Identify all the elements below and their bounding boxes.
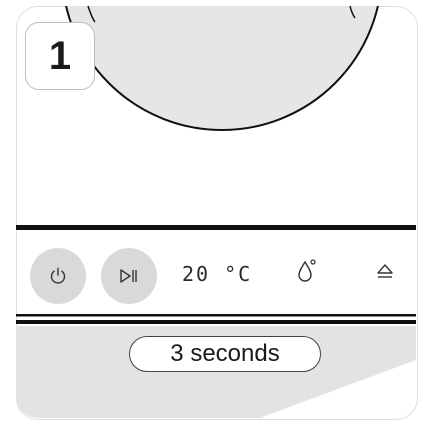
water-drop-icon[interactable] (296, 258, 318, 284)
power-button[interactable] (30, 248, 86, 304)
panel-bottom-edge-2 (16, 320, 416, 324)
power-icon (49, 267, 67, 285)
duration-text: 3 seconds (170, 340, 280, 367)
step-number-badge: 1 (25, 22, 95, 90)
panel-bottom-edge (16, 314, 416, 317)
play-pause-icon (119, 268, 139, 284)
play-pause-button[interactable] (101, 248, 157, 304)
panel-top-edge (16, 225, 416, 230)
temperature-display: 20 °C (182, 262, 253, 286)
round-lid (60, 6, 384, 131)
eject-icon[interactable] (376, 262, 394, 282)
step-number: 1 (48, 33, 72, 78)
duration-label: 3 seconds (129, 336, 321, 372)
